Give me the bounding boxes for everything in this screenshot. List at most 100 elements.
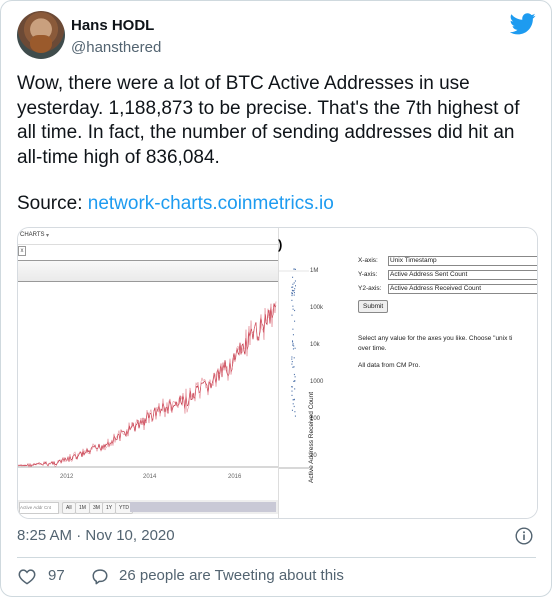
scatter-dot [292, 344, 294, 346]
scatter-dot [292, 348, 294, 350]
y-tick-1000: 1000 [310, 379, 324, 385]
scatter-dot [294, 388, 296, 390]
scatter-dot [291, 292, 293, 294]
source-line: Source: network-charts.coinmetrics.io [17, 193, 334, 215]
scatter-dot [291, 299, 293, 301]
y2-axis-row: Y2-axis: Active Address Received Count [358, 284, 537, 294]
scatter-dot [294, 309, 296, 312]
scatter-dot [294, 288, 296, 290]
scatter-dot [291, 386, 293, 388]
price-chart: 2012 2014 2016 [18, 301, 278, 480]
scatter-dot [294, 268, 296, 270]
scatter-dot [291, 294, 293, 297]
submit-button[interactable]: Submit [358, 300, 389, 313]
scatter-dot [293, 357, 295, 359]
scatter-dot [294, 320, 296, 322]
scatter-dot [294, 376, 296, 378]
twitter-bird-icon[interactable] [510, 13, 536, 35]
scatter-dot [293, 345, 295, 347]
scatter-dot [291, 390, 293, 392]
author-handle[interactable]: @hansthered [71, 39, 161, 56]
author-display-name[interactable]: Hans HODL [71, 17, 154, 34]
media-image[interactable]: CHARTS ▾ x 2012 2014 2016 Active Addr Cn… [17, 227, 538, 519]
close-box: x [18, 246, 26, 256]
scatter-dot [293, 290, 295, 292]
scatter-dot [293, 292, 295, 294]
divider [17, 557, 536, 558]
range-btn-all: All [62, 502, 76, 514]
scatter-dot [293, 405, 295, 408]
scatter-dot [295, 285, 296, 287]
info-icon[interactable] [515, 527, 533, 545]
scatter-dot [292, 283, 294, 285]
x-tick-2012: 2012 [60, 474, 74, 480]
x-tick-2016: 2016 [228, 474, 242, 480]
scatter-dot [293, 373, 295, 376]
form-note-2: All data from CM Pro. [358, 362, 421, 369]
form-note-1: Select any value for the axes you like. … [358, 335, 513, 342]
scatter-dot [291, 363, 293, 365]
range-selected-area [130, 502, 276, 512]
y-axis-label: Y-axis: [358, 271, 378, 278]
scatter-dot [292, 276, 294, 278]
x-axis-input[interactable]: Unix Timestamp [388, 256, 537, 266]
source-prefix: Source: [17, 193, 88, 214]
y-strip-dots [279, 268, 309, 469]
series-line [18, 303, 277, 468]
scatter-dot [294, 415, 296, 417]
avatar[interactable] [17, 11, 65, 59]
form-note-1b: over time. [358, 345, 387, 352]
x-tick-2014: 2014 [143, 474, 157, 480]
y-tick-1m: 1M [310, 268, 319, 274]
tweet-card: Hans HODL @hansthered Wow, there were a … [0, 0, 552, 597]
scatter-dot [292, 343, 294, 345]
chart-header-label: CHARTS [20, 232, 45, 238]
scatter-dot [292, 305, 294, 307]
range-input: Active Addr Cnt [19, 502, 59, 514]
tweeting-about-text[interactable]: 26 people are Tweeting about this [119, 567, 344, 584]
scatter-dot [292, 334, 294, 336]
tweet-text: Wow, there were a lot of BTC Active Addr… [17, 73, 525, 168]
scatter-dot [291, 286, 293, 288]
scatter-dot [293, 294, 295, 296]
tweet-timestamp[interactable]: 8:25 AM · Nov 10, 2020 [17, 527, 175, 544]
scatter-dot [293, 399, 295, 401]
y-tick-100k: 100k [310, 305, 324, 311]
chevron-down-icon: ▾ [46, 233, 50, 239]
scatter-dot [293, 380, 295, 382]
avatar-beard [30, 35, 52, 53]
y2-axis-form-label: Y2-axis: [358, 285, 382, 292]
scatter-dot [292, 340, 293, 342]
x-axis-row: X-axis: Unix Timestamp [358, 256, 537, 266]
source-link[interactable]: network-charts.coinmetrics.io [88, 193, 334, 214]
like-count[interactable]: 97 [48, 567, 65, 584]
scatter-dot [291, 289, 293, 291]
y-axis-input[interactable]: Active Address Sent Count [388, 270, 537, 280]
scatter-dot [292, 308, 294, 310]
y-axis-row: Y-axis: Active Address Sent Count [358, 270, 537, 280]
x-axis-label: X-axis: [358, 257, 378, 264]
scatter-dot [292, 403, 294, 405]
scatter-dot [291, 394, 293, 396]
navigator-strip [18, 260, 278, 282]
scatter-dot [291, 409, 293, 411]
scatter-dot [293, 282, 295, 284]
chart-panel: CHARTS ▾ x 2012 2014 2016 Active Addr Cn… [18, 228, 278, 518]
scatter-dot [292, 328, 294, 330]
speech-bubble-icon[interactable] [91, 568, 109, 585]
scatter-dot [291, 361, 293, 363]
scatter-dot [292, 366, 294, 368]
scatter-dot [291, 356, 293, 358]
scatter-dot [292, 286, 294, 288]
y2-axis-input[interactable]: Active Address Received Count [388, 284, 537, 294]
series-line-2 [18, 301, 277, 468]
heart-icon[interactable] [18, 568, 36, 585]
axis-form: X-axis: Unix Timestamp Y-axis: Active Ad… [354, 228, 537, 518]
range-btn-1m: 1M [75, 502, 90, 514]
scatter-dot [294, 411, 296, 413]
scatter-dot [291, 358, 293, 360]
scatter-dot [291, 314, 293, 316]
range-btn-1y: 1Y [102, 502, 117, 514]
y-tick-10k: 10k [310, 342, 320, 348]
y2-axis-label: Active Address Received Count [308, 391, 315, 483]
